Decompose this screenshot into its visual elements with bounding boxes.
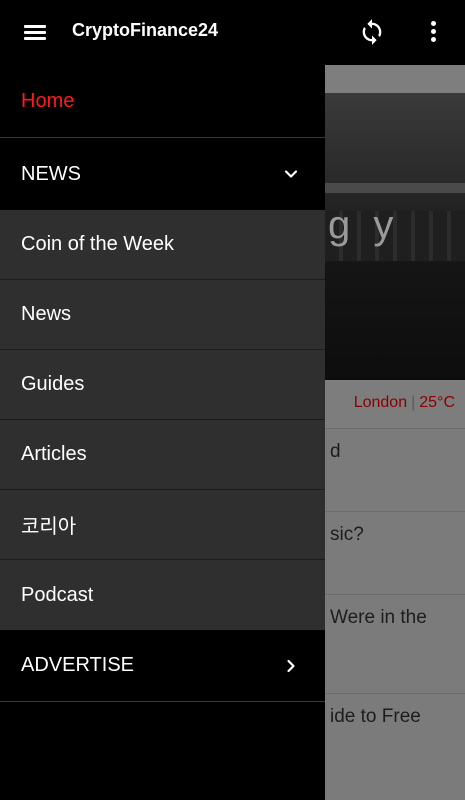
menu-item-guides[interactable]: Guides	[0, 350, 325, 420]
menu-section-label: NEWS	[21, 162, 81, 185]
navigation-drawer: Home NEWS Coin of the Week News Guides A…	[0, 65, 325, 800]
chevron-down-icon	[284, 170, 298, 178]
weather-city: London	[353, 394, 408, 411]
menu-item-coin-of-the-week[interactable]: Coin of the Week	[0, 210, 325, 280]
weather-temp: 25°C	[419, 394, 455, 411]
menu-section-news[interactable]: NEWS	[0, 138, 325, 210]
menu-item-news[interactable]: News	[0, 280, 325, 350]
weather-widget: London | 25°C	[353, 394, 455, 411]
app-title: CryptoFinance24	[72, 20, 219, 40]
menu-section-advertise[interactable]: ADVERTISE	[0, 630, 325, 702]
article-title: d	[330, 441, 341, 462]
app-bar: CryptoFinance24	[0, 0, 465, 65]
article-title: sic?	[330, 524, 364, 545]
menu-item-home[interactable]: Home	[0, 65, 325, 138]
hero-text: g y	[328, 203, 400, 247]
menu-section-label: ADVERTISE	[21, 654, 134, 676]
more-vertical-icon[interactable]	[420, 18, 448, 46]
menu-item-korea[interactable]: 코리아	[0, 490, 325, 560]
chevron-right-icon	[287, 659, 295, 672]
article-title: ide to Free	[330, 706, 421, 727]
menu-item-articles[interactable]: Articles	[0, 420, 325, 490]
hamburger-menu-icon[interactable]	[22, 22, 50, 44]
menu-item-podcast[interactable]: Podcast	[0, 560, 325, 630]
article-title: Were in the	[330, 607, 427, 628]
refresh-icon[interactable]	[358, 18, 386, 46]
